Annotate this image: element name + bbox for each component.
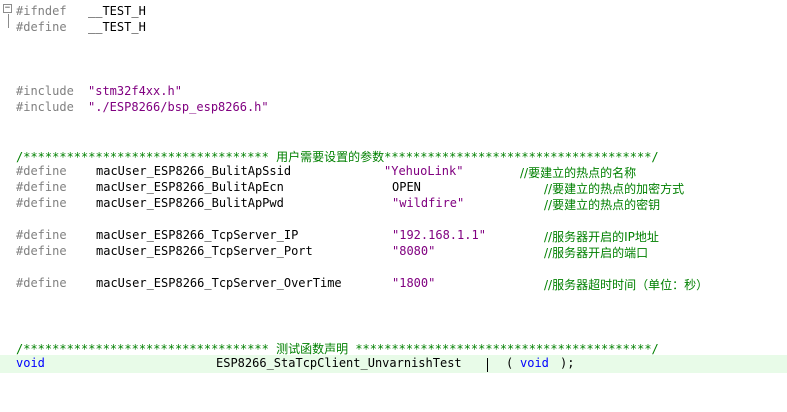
- define-value: "8080": [392, 244, 436, 258]
- decl-close: );: [560, 356, 575, 370]
- define-value: OPEN: [392, 180, 421, 194]
- separator-right: ****************************************…: [348, 342, 659, 356]
- decl-open-paren: (: [506, 356, 514, 370]
- define-directive: #define: [16, 244, 67, 258]
- define-directive: #define: [16, 276, 67, 290]
- define-name: macUser_ESP8266_BulitApEcn: [96, 180, 284, 194]
- separator-right: *************************************/: [384, 150, 659, 164]
- code-line-include1-directive: #include: [16, 84, 74, 98]
- define-name: macUser_ESP8266_BulitApSsid: [96, 164, 292, 178]
- define-directive: #define: [16, 228, 67, 242]
- define-name: macUser_ESP8266_BulitApPwd: [96, 196, 284, 210]
- code-line-define-guard-name: __TEST_H: [88, 20, 146, 34]
- define-comment: //服务器开启的端口: [544, 246, 649, 260]
- decl-arg-type: void: [520, 356, 549, 370]
- define-value: "1800": [392, 276, 436, 290]
- separator-comment-settings: /********************************** 用户需要…: [16, 148, 659, 165]
- separator-title: 测试函数声明: [276, 342, 349, 356]
- define-name: macUser_ESP8266_TcpServer_IP: [96, 228, 299, 242]
- code-line-include2-path: "./ESP8266/bsp_esp8266.h": [88, 100, 269, 114]
- define-comment: //服务器超时时间（单位：秒）: [544, 278, 709, 292]
- separator-left: /**********************************: [16, 150, 277, 164]
- define-directive: #define: [16, 196, 67, 210]
- decl-function-name: ESP8266_StaTcpClient_UnvarnishTest: [216, 356, 462, 370]
- define-comment: //服务器开启的IP地址: [544, 230, 659, 244]
- define-name: macUser_ESP8266_TcpServer_Port: [96, 244, 313, 258]
- code-line-ifndef-directive: #ifndef: [16, 4, 67, 18]
- code-line-define-guard-directive: #define: [16, 20, 67, 34]
- fold-guide-line: [8, 14, 9, 28]
- fold-collapse-icon[interactable]: −: [3, 4, 12, 13]
- define-value: "192.168.1.1": [392, 228, 486, 242]
- code-line-ifndef-name: __TEST_H: [88, 4, 146, 18]
- code-editor[interactable]: − #ifndef __TEST_H #define __TEST_H #inc…: [0, 0, 787, 412]
- define-directive: #define: [16, 164, 67, 178]
- separator-left: /**********************************: [16, 342, 277, 356]
- define-directive: #define: [16, 180, 67, 194]
- define-value: "YehuoLink": [384, 164, 464, 178]
- separator-title: 用户需要设置的参数: [276, 150, 385, 164]
- define-name: macUser_ESP8266_TcpServer_OverTime: [96, 276, 342, 290]
- code-line-include2-directive: #include: [16, 100, 74, 114]
- define-comment: //要建立的热点的加密方式: [544, 182, 685, 196]
- text-caret: [487, 358, 488, 372]
- define-comment: //要建立的热点的密钥: [544, 198, 661, 212]
- code-line-include1-path: "stm32f4xx.h": [88, 84, 182, 98]
- define-value: "wildfire": [392, 196, 465, 210]
- define-comment: //要建立的热点的名称: [520, 166, 637, 180]
- decl-return-type: void: [16, 356, 45, 370]
